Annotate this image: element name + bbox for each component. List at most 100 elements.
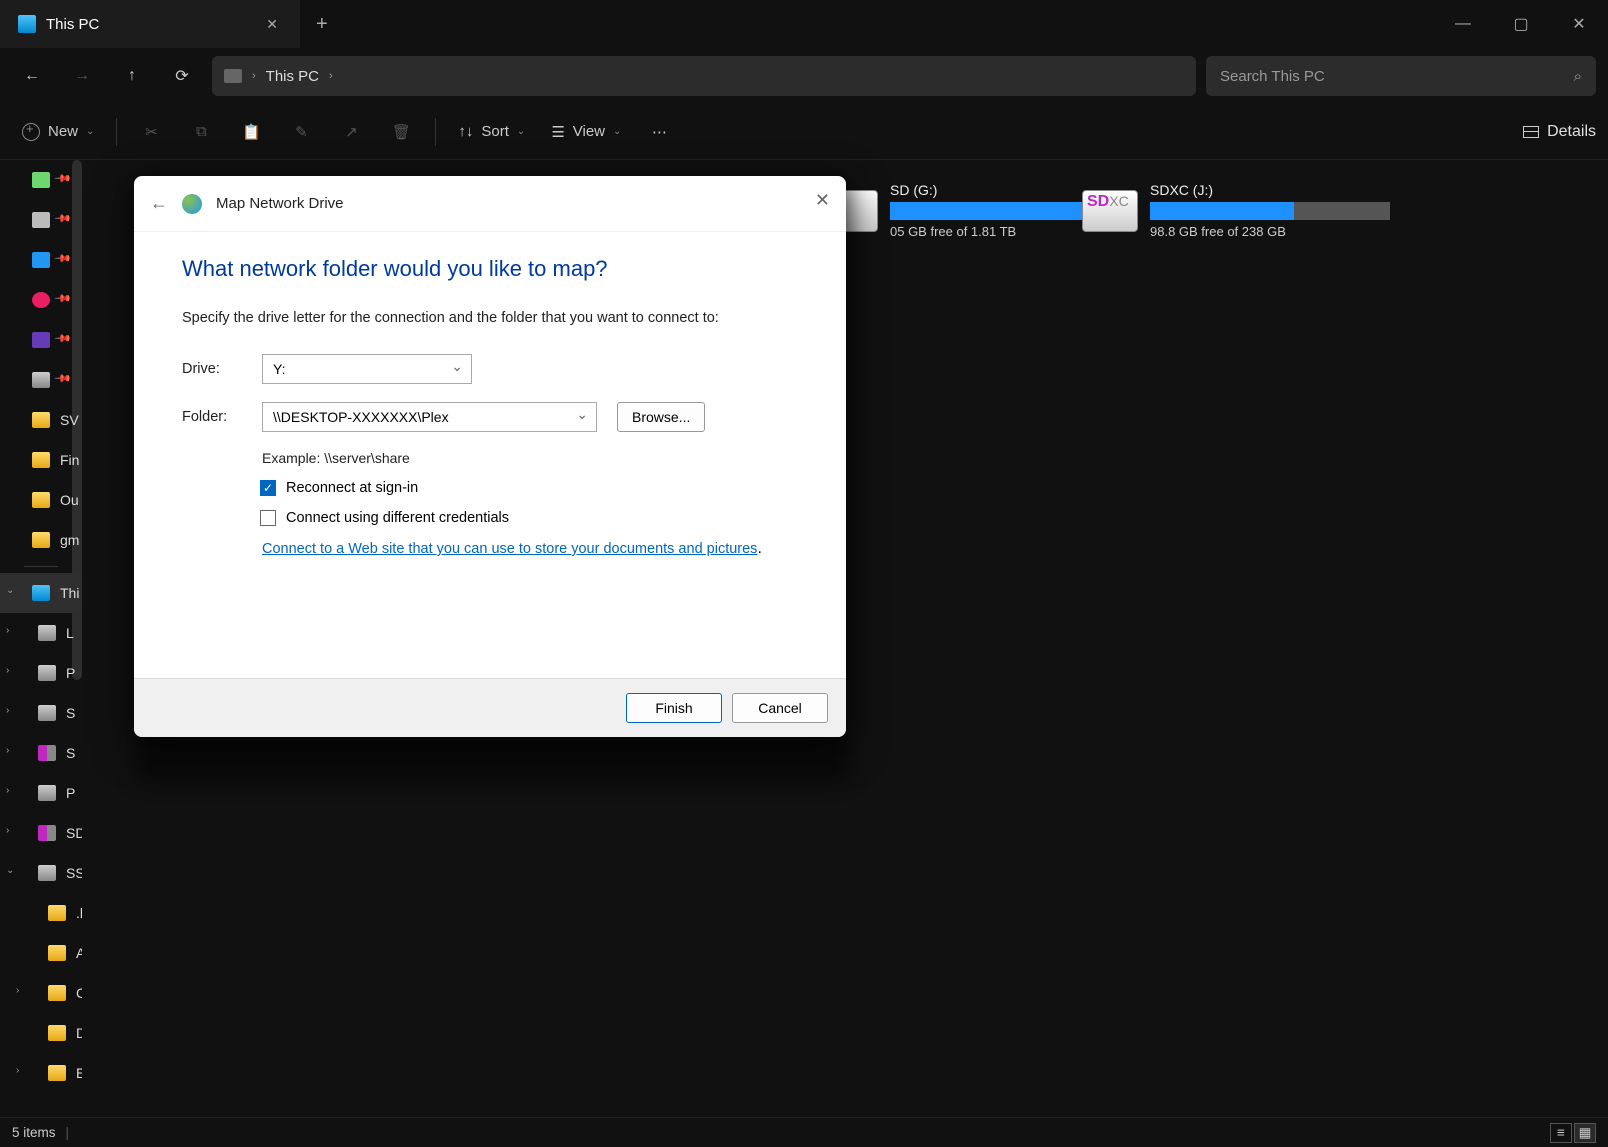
- close-tab-icon[interactable]: ✕: [262, 12, 282, 37]
- chevron-icon[interactable]: ›: [6, 825, 9, 836]
- tiles-view-button[interactable]: ▦: [1574, 1123, 1596, 1143]
- sidebar-quick-item[interactable]: Fin: [0, 440, 82, 480]
- back-button[interactable]: ←: [12, 56, 52, 96]
- sidebar-folder-item[interactable]: .b: [0, 893, 82, 933]
- chevron-icon[interactable]: ›: [16, 985, 19, 996]
- sidebar-quick-item[interactable]: gm: [0, 520, 82, 560]
- close-window-button[interactable]: ✕: [1550, 4, 1608, 44]
- chevron-icon[interactable]: ›: [6, 745, 9, 756]
- chevron-icon[interactable]: ›: [6, 665, 9, 676]
- up-button[interactable]: ↑: [112, 56, 152, 96]
- sidebar-drive-item[interactable]: ›P: [0, 773, 82, 813]
- chevron-icon[interactable]: ›: [6, 785, 9, 796]
- browse-button[interactable]: Browse...: [617, 402, 705, 432]
- sidebar-item-icon: [32, 532, 50, 548]
- sidebar-folder-item[interactable]: D: [0, 1013, 82, 1053]
- chevron-down-icon[interactable]: ⌄: [6, 585, 14, 596]
- sidebar-quick-item[interactable]: 📌: [0, 360, 82, 400]
- drive-tile[interactable]: SDXC (J:) 98.8 GB free of 238 GB: [1082, 182, 1390, 239]
- view-button[interactable]: ☰ View ⌄: [541, 112, 631, 152]
- chevron-right-icon[interactable]: ›: [252, 70, 256, 82]
- sidebar-quick-item[interactable]: Ou: [0, 480, 82, 520]
- details-pane-toggle[interactable]: Details: [1523, 123, 1596, 141]
- sidebar-drive-item[interactable]: ›S: [0, 693, 82, 733]
- sidebar-item-icon: [32, 292, 50, 308]
- cancel-button[interactable]: Cancel: [732, 693, 828, 723]
- different-credentials-checkbox[interactable]: [260, 510, 276, 526]
- paste-button[interactable]: 📋: [229, 112, 273, 152]
- new-tab-button[interactable]: +: [300, 13, 344, 36]
- maximize-button[interactable]: ▢: [1492, 4, 1550, 44]
- rename-icon: ✎: [295, 123, 308, 141]
- address-bar[interactable]: › This PC ›: [212, 56, 1196, 96]
- reconnect-checkbox-row[interactable]: ✓ Reconnect at sign-in: [260, 480, 798, 496]
- statusbar: 5 items | ≡ ▦: [0, 1117, 1608, 1147]
- view-icon: ☰: [551, 123, 564, 141]
- search-input[interactable]: Search This PC ⌕: [1206, 56, 1596, 96]
- pin-icon: 📌: [53, 369, 72, 388]
- sort-button[interactable]: ↑↓ Sort ⌄: [448, 112, 535, 152]
- drive-name: SDXC (J:): [1150, 182, 1390, 198]
- window-controls: — ▢ ✕: [1434, 4, 1608, 44]
- share-button[interactable]: ↗: [329, 112, 373, 152]
- sidebar-item-icon: [32, 332, 50, 348]
- dialog-title: Map Network Drive: [216, 195, 344, 212]
- details-view-button[interactable]: ≡: [1550, 1123, 1572, 1143]
- copy-icon: ⧉: [196, 123, 207, 140]
- chevron-icon[interactable]: ›: [16, 1065, 19, 1076]
- minimize-button[interactable]: —: [1434, 4, 1492, 44]
- forward-button[interactable]: →: [62, 56, 102, 96]
- dialog-back-button[interactable]: ←: [150, 193, 168, 214]
- titlebar: This PC ✕ + — ▢ ✕: [0, 0, 1608, 48]
- sidebar-drive-item[interactable]: ›P: [0, 653, 82, 693]
- connect-website-link[interactable]: Connect to a Web site that you can use t…: [262, 541, 757, 557]
- delete-button[interactable]: 🗑: [379, 112, 423, 152]
- sidebar-item-icon: [32, 212, 50, 228]
- sidebar-folder-item[interactable]: ›C: [0, 973, 82, 1013]
- search-icon[interactable]: ⌕: [1574, 68, 1582, 85]
- sidebar-drive-item[interactable]: ⌄SSI: [0, 853, 82, 893]
- plus-circle-icon: [22, 123, 40, 141]
- drive-letter-select[interactable]: Y:: [262, 354, 472, 384]
- separator: [116, 118, 117, 146]
- sidebar-item-this-pc[interactable]: ⌄ Thi: [0, 573, 82, 613]
- folder-path-input[interactable]: \\DESKTOP-XXXXXXX\Plex: [262, 402, 597, 432]
- sidebar-item-icon: [32, 172, 50, 188]
- sidebar-quick-item[interactable]: 📌: [0, 160, 82, 200]
- new-button[interactable]: New ⌄: [12, 112, 104, 152]
- sidebar-quick-item[interactable]: 📌: [0, 240, 82, 280]
- this-pc-icon: [32, 585, 50, 601]
- sidebar-item-icon: [32, 252, 50, 268]
- dialog-footer: Finish Cancel: [134, 678, 846, 737]
- chevron-icon[interactable]: ›: [6, 705, 9, 716]
- copy-button[interactable]: ⧉: [179, 112, 223, 152]
- chevron-icon[interactable]: ›: [6, 625, 9, 636]
- window-tab[interactable]: This PC ✕: [0, 0, 300, 48]
- sidebar-folder-item[interactable]: ›E: [0, 1053, 82, 1093]
- dialog-close-button[interactable]: ✕: [815, 190, 830, 211]
- sidebar-quick-item[interactable]: 📌: [0, 280, 82, 320]
- reconnect-checkbox[interactable]: ✓: [260, 480, 276, 496]
- sidebar-drive-item[interactable]: ›L: [0, 613, 82, 653]
- trash-icon: 🗑: [392, 123, 411, 141]
- sidebar-quick-item[interactable]: 📌: [0, 200, 82, 240]
- address-segment[interactable]: This PC: [266, 68, 319, 85]
- rename-button[interactable]: ✎: [279, 112, 323, 152]
- sidebar-item-label: S: [66, 745, 75, 761]
- sidebar-drive-item[interactable]: ›SD: [0, 813, 82, 853]
- sidebar: 📌📌📌📌📌📌SVFinOugm ⌄ Thi ›L›P›S›S›P›SD⌄SSI …: [0, 160, 82, 1117]
- sidebar-item-icon: [32, 492, 50, 508]
- different-credentials-checkbox-row[interactable]: Connect using different credentials: [260, 510, 798, 526]
- sidebar-quick-item[interactable]: 📌: [0, 320, 82, 360]
- toolbar: New ⌄ ✂ ⧉ 📋 ✎ ↗ 🗑 ↑↓ Sort ⌄ ☰ View ⌄ ⋯ D…: [0, 104, 1608, 160]
- sidebar-drive-item[interactable]: ›S: [0, 733, 82, 773]
- tab-title: This PC: [46, 16, 252, 33]
- chevron-icon[interactable]: ⌄: [6, 865, 14, 876]
- refresh-button[interactable]: ⟳: [162, 56, 202, 96]
- finish-button[interactable]: Finish: [626, 693, 722, 723]
- more-button[interactable]: ⋯: [637, 112, 681, 152]
- sidebar-folder-item[interactable]: A: [0, 933, 82, 973]
- sidebar-quick-item[interactable]: SV: [0, 400, 82, 440]
- cut-button[interactable]: ✂: [129, 112, 173, 152]
- chevron-right-icon[interactable]: ›: [329, 70, 333, 82]
